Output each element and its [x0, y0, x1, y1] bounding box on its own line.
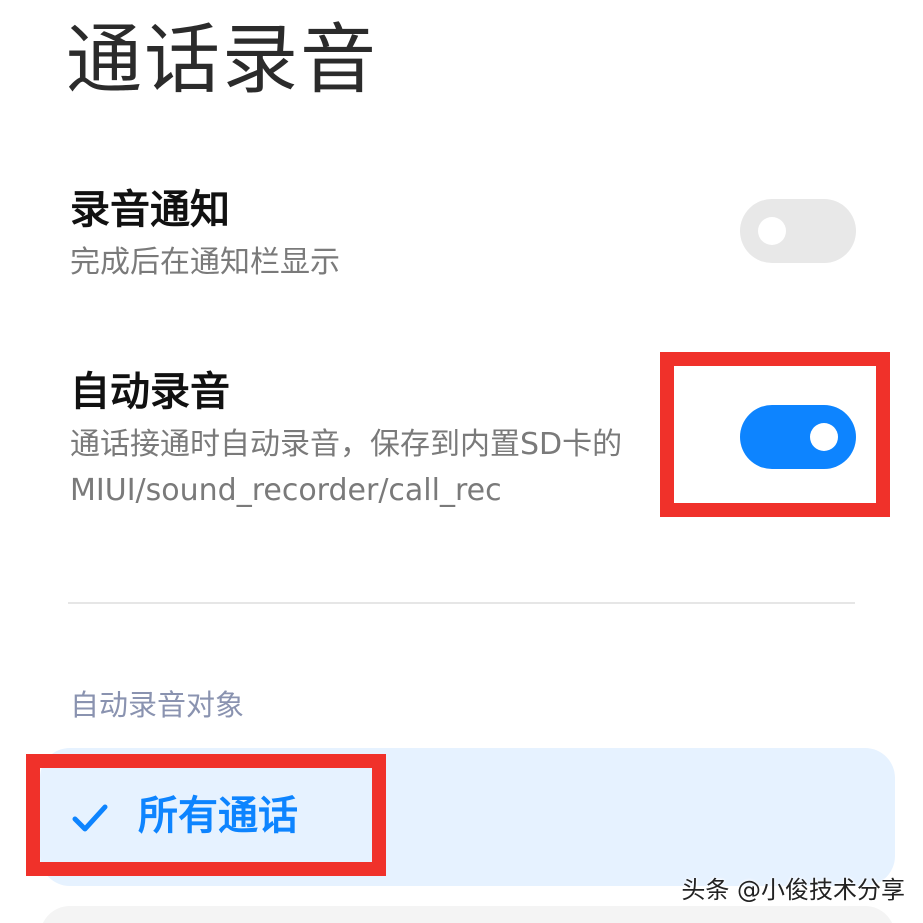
page-title: 通话录音	[66, 15, 378, 104]
record-notification-description: 完成后在通知栏显示	[70, 245, 340, 280]
toggle-knob	[758, 217, 786, 245]
option-highlight-box	[26, 754, 386, 876]
record-notification-toggle[interactable]	[740, 199, 856, 263]
auto-record-description: 通话接通时自动录音，保存到内置SD卡的 MIUI/sound_recorder/…	[70, 427, 623, 508]
toggle-highlight-box	[660, 352, 890, 517]
divider	[68, 602, 855, 604]
auto-record-target-label: 自动录音对象	[70, 688, 245, 722]
watermark-text: 头条 @小俊技术分享	[681, 876, 905, 904]
call-recording-settings-page: 通话录音 录音通知 完成后在通知栏显示 自动录音 通话接通时自动录音，保存到内置…	[0, 0, 923, 923]
option-next-card[interactable]	[40, 906, 895, 923]
